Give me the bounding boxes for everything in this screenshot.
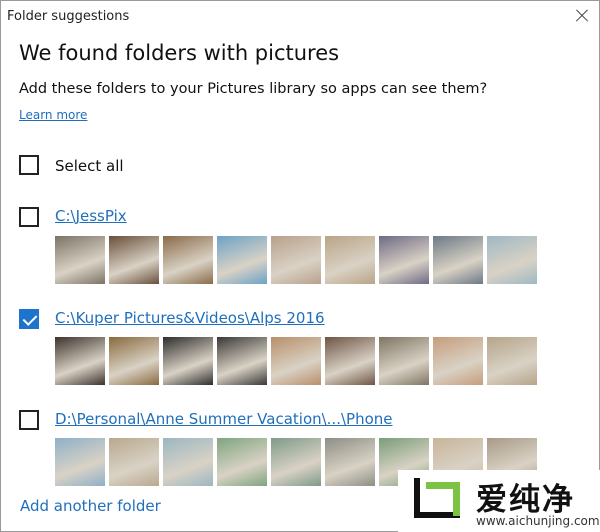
title-bar: Folder suggestions bbox=[1, 1, 599, 33]
photo-thumbnail bbox=[325, 337, 375, 385]
photo-thumbnail bbox=[487, 337, 537, 385]
photo-thumbnail bbox=[271, 438, 321, 486]
page-title: We found folders with pictures bbox=[19, 41, 340, 65]
learn-more-link[interactable]: Learn more bbox=[19, 108, 87, 122]
photo-thumbnail bbox=[325, 438, 375, 486]
photo-thumbnail bbox=[325, 236, 375, 284]
add-another-folder-link[interactable]: Add another folder bbox=[20, 497, 161, 515]
photo-thumbnail bbox=[271, 337, 321, 385]
photo-thumbnail bbox=[379, 236, 429, 284]
folder-2-path-link[interactable]: C:\Kuper Pictures&Videos\Alps 2016 bbox=[55, 309, 325, 327]
folder-1-path-link[interactable]: C:\JessPix bbox=[55, 207, 127, 225]
folder-1-thumbnails bbox=[55, 236, 537, 284]
folder-2-checkbox[interactable] bbox=[19, 309, 39, 329]
description-text: Add these folders to your Pictures libra… bbox=[19, 81, 488, 97]
folder-3-path-link[interactable]: D:\Personal\Anne Summer Vacation\...\Pho… bbox=[55, 410, 393, 428]
photo-thumbnail bbox=[217, 438, 267, 486]
photo-thumbnail bbox=[487, 236, 537, 284]
folder-1-checkbox[interactable] bbox=[19, 207, 39, 227]
watermark-text: 爱纯净 bbox=[476, 482, 575, 518]
photo-thumbnail bbox=[55, 438, 105, 486]
folder-2-thumbnails bbox=[55, 337, 537, 385]
watermark: 爱纯净 www.aichunjing.com bbox=[398, 470, 600, 532]
window-title: Folder suggestions bbox=[7, 9, 130, 24]
photo-thumbnail bbox=[55, 236, 105, 284]
select-all-label: Select all bbox=[55, 157, 124, 175]
photo-thumbnail bbox=[163, 337, 213, 385]
close-icon[interactable] bbox=[569, 3, 595, 29]
photo-thumbnail bbox=[163, 438, 213, 486]
photo-thumbnail bbox=[271, 236, 321, 284]
folder-suggestions-dialog: Folder suggestions We found folders with… bbox=[0, 0, 600, 532]
photo-thumbnail bbox=[109, 337, 159, 385]
select-all-checkbox[interactable] bbox=[19, 155, 39, 175]
watermark-url: www.aichunjing.com bbox=[476, 514, 600, 528]
photo-thumbnail bbox=[109, 236, 159, 284]
watermark-logo-icon bbox=[412, 476, 464, 524]
photo-thumbnail bbox=[55, 337, 105, 385]
photo-thumbnail bbox=[217, 337, 267, 385]
photo-thumbnail bbox=[433, 236, 483, 284]
photo-thumbnail bbox=[433, 337, 483, 385]
folder-3-checkbox[interactable] bbox=[19, 410, 39, 430]
photo-thumbnail bbox=[109, 438, 159, 486]
photo-thumbnail bbox=[163, 236, 213, 284]
photo-thumbnail bbox=[379, 337, 429, 385]
photo-thumbnail bbox=[217, 236, 267, 284]
